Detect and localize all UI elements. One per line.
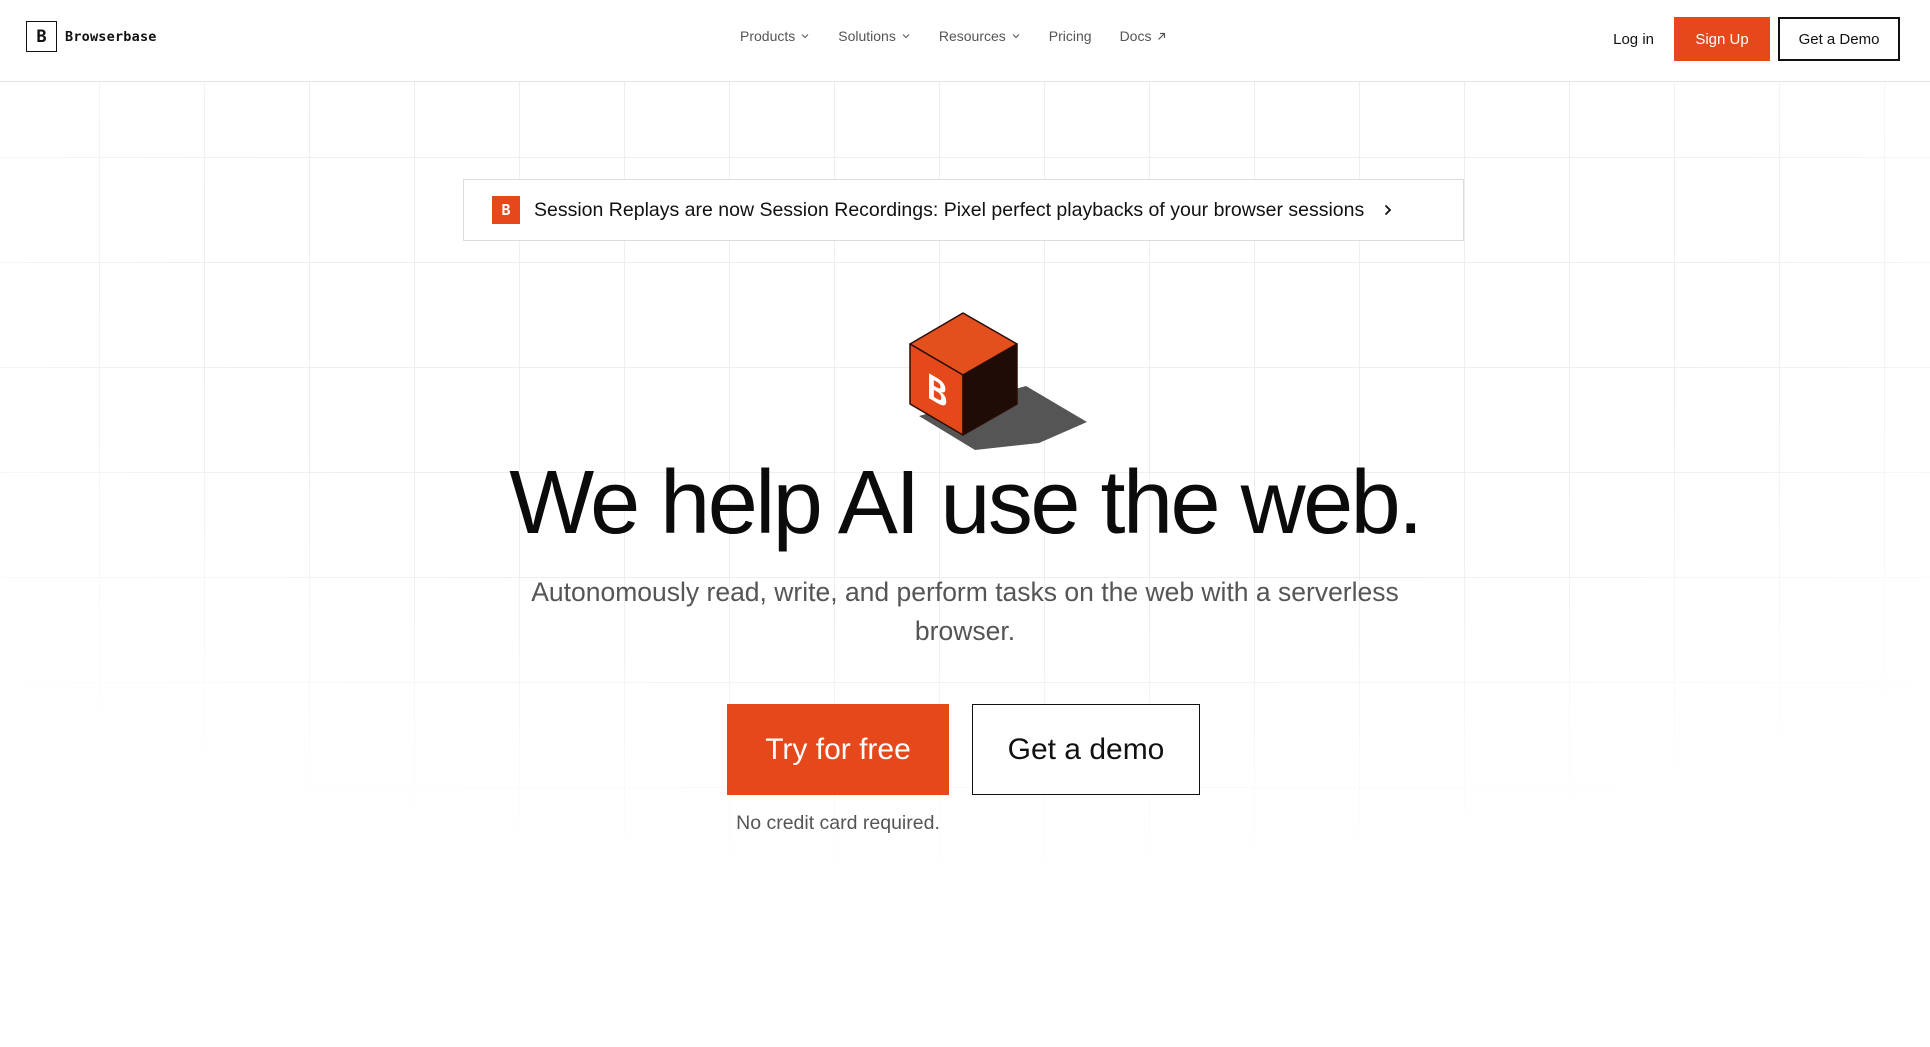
chevron-down-icon — [902, 34, 910, 39]
brand-logo-link[interactable]: B Browserbase — [26, 21, 157, 52]
arrow-up-right-icon — [1158, 32, 1166, 40]
chevron-right-icon — [1385, 204, 1392, 216]
nav-item-label: Solutions — [838, 28, 896, 44]
hero-title: We help AI use the web. — [509, 453, 1423, 553]
nav-item-label: Docs — [1119, 28, 1152, 44]
nav-item-solutions[interactable]: Solutions — [838, 28, 911, 44]
logo-mark: B — [26, 21, 57, 52]
browserbase-cube-illustration: B — [909, 312, 1087, 450]
announcement-banner[interactable]: B Session Replays are now Session Record… — [463, 179, 1464, 241]
nav-item-resources[interactable]: Resources — [939, 28, 1021, 44]
no-credit-card-note: No credit card required. — [736, 812, 940, 834]
nav-item-pricing[interactable]: Pricing — [1049, 28, 1092, 44]
try-for-free-button[interactable]: Try for free — [727, 704, 949, 795]
nav-item-docs[interactable]: Docs — [1120, 28, 1168, 44]
nav-item-label: Products — [740, 28, 796, 44]
chevron-down-icon — [1012, 34, 1020, 39]
signup-button[interactable]: Sign Up — [1674, 17, 1770, 61]
nav-actions: Log in Sign Up Get a Demo — [1613, 17, 1900, 61]
announcement-text: Session Replays are now Session Recordin… — [534, 198, 1365, 221]
nav-item-label: Resources — [938, 28, 1006, 44]
top-navigation: B Browserbase Products Solutions Resourc… — [0, 0, 1930, 82]
announcement-logo-badge: B — [492, 196, 520, 224]
nav-item-products[interactable]: Products — [740, 28, 810, 44]
get-demo-button[interactable]: Get a Demo — [1778, 17, 1900, 61]
brand-name: Browserbase — [65, 28, 157, 45]
hero-subtitle: Autonomously read, write, and perform ta… — [531, 577, 1399, 646]
login-link[interactable]: Log in — [1613, 31, 1654, 48]
nav-item-label: Pricing — [1048, 28, 1092, 44]
get-a-demo-button[interactable]: Get a demo — [972, 704, 1200, 795]
chevron-down-icon — [801, 34, 809, 39]
main-menu: Products Solutions Resources Pricing Doc… — [740, 28, 1195, 44]
